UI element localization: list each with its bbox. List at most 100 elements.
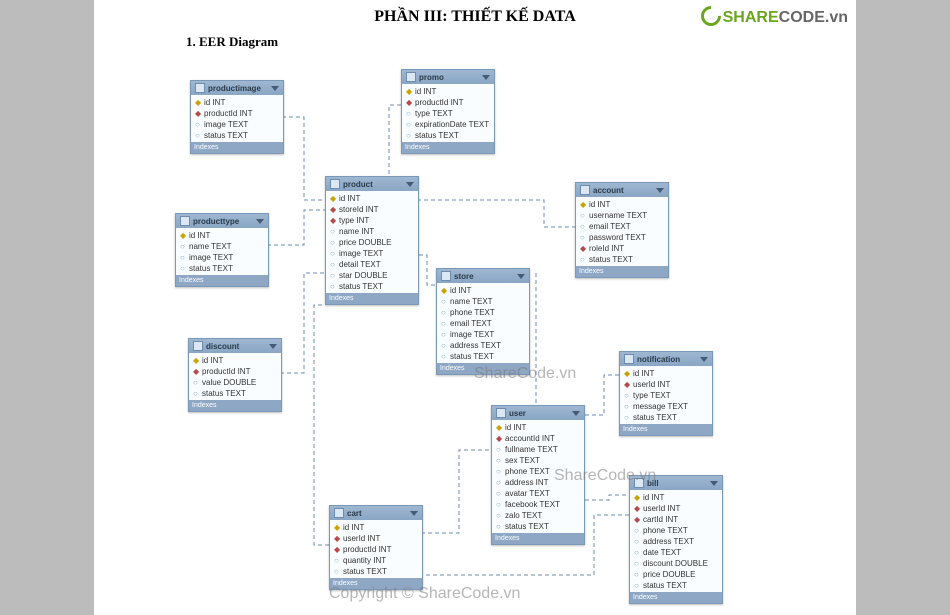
attr-icon: ○ <box>193 389 199 398</box>
column-name: image TEXT <box>450 330 494 339</box>
attr-icon: ○ <box>634 537 640 546</box>
attr-icon: ○ <box>634 548 640 557</box>
table-icon <box>193 341 203 351</box>
column-name: userId INT <box>343 534 380 543</box>
table-column: ○status TEXT <box>178 263 266 274</box>
column-list: ◆id INT◆productId INT○value DOUBLE○statu… <box>189 353 281 400</box>
watermark-text: ShareCode.vn <box>554 467 656 485</box>
attr-icon: ○ <box>193 378 199 387</box>
table-column: ○zalo TEXT <box>494 510 582 521</box>
table-icon <box>195 83 205 93</box>
attr-icon: ○ <box>441 308 447 317</box>
attr-icon: ○ <box>580 222 586 231</box>
column-name: quantity INT <box>343 556 386 565</box>
table-notification: notification ◆id INT◆userId INT○type TEXT… <box>619 351 713 436</box>
table-header: discount <box>189 339 281 353</box>
column-list: ◆id INT◆productId INT○image TEXT○status … <box>191 95 283 142</box>
table-column: ○status TEXT <box>632 580 720 591</box>
table-column: ○message TEXT <box>622 401 710 412</box>
column-name: fullname TEXT <box>505 445 558 454</box>
table-name: notification <box>637 355 680 364</box>
table-header: user <box>492 406 584 420</box>
table-header: productimage <box>191 81 283 95</box>
column-name: avatar TEXT <box>505 489 550 498</box>
table-header: product <box>326 177 418 191</box>
table-name: cart <box>347 509 362 518</box>
table-column: ◆storeId INT <box>328 204 416 215</box>
table-header: producttype <box>176 214 268 228</box>
chevron-down-icon <box>271 86 279 91</box>
table-column: ○sex TEXT <box>494 455 582 466</box>
column-name: status TEXT <box>450 352 494 361</box>
indexes-section: Indexes <box>630 592 722 603</box>
column-name: roleId INT <box>589 244 624 253</box>
chevron-down-icon <box>482 75 490 80</box>
table-product: product◆id INT◆storeId INT◆type INT○name… <box>325 176 419 305</box>
attr-icon: ○ <box>334 567 340 576</box>
key-icon: ◆ <box>195 98 201 107</box>
key-icon: ◆ <box>330 194 336 203</box>
column-name: productId INT <box>415 98 463 107</box>
attr-icon: ○ <box>634 570 640 579</box>
fkey-icon: ◆ <box>330 216 336 225</box>
table-column: ○expirationDate TEXT <box>404 119 492 130</box>
attr-icon: ○ <box>634 526 640 535</box>
table-producttype: producttype◆id INT○name TEXT○image TEXT○… <box>175 213 269 287</box>
attr-icon: ○ <box>441 319 447 328</box>
recycle-icon <box>701 6 721 26</box>
indexes-section: Indexes <box>191 142 283 153</box>
column-name: username TEXT <box>589 211 647 220</box>
chevron-down-icon <box>256 219 264 224</box>
column-name: status TEXT <box>202 389 246 398</box>
fkey-icon: ◆ <box>634 504 640 513</box>
column-name: accountId INT <box>505 434 555 443</box>
column-name: id INT <box>202 356 223 365</box>
column-name: image TEXT <box>189 253 233 262</box>
column-name: facebook TEXT <box>505 500 560 509</box>
column-name: password TEXT <box>589 233 646 242</box>
column-list: ◆id INT◆storeId INT◆type INT○name INT○pr… <box>326 191 418 293</box>
table-discount: discount◆id INT◆productId INT○value DOUB… <box>188 338 282 412</box>
fkey-icon: ◆ <box>334 534 340 543</box>
table-column: ◆cartId INT <box>632 514 720 525</box>
table-column: ◆id INT <box>439 285 527 296</box>
table-column: ◆id INT <box>578 199 666 210</box>
column-name: storeId INT <box>339 205 379 214</box>
column-list: ◆id INT○name TEXT○phone TEXT○email TEXT○… <box>437 283 529 363</box>
column-name: detail TEXT <box>339 260 381 269</box>
table-icon <box>580 185 590 195</box>
table-column: ◆userId INT <box>332 533 420 544</box>
attr-icon: ○ <box>441 352 447 361</box>
table-column: ◆productId INT <box>332 544 420 555</box>
indexes-section: Indexes <box>576 266 668 277</box>
table-column: ◆id INT <box>632 492 720 503</box>
table-column: ◆id INT <box>191 355 279 366</box>
attr-icon: ○ <box>441 297 447 306</box>
table-column: ◆userId INT <box>632 503 720 514</box>
table-name: producttype <box>193 217 239 226</box>
attr-icon: ○ <box>406 120 412 129</box>
section-heading: 1. EER Diagram <box>186 34 278 50</box>
table-column: ○quantity INT <box>332 555 420 566</box>
column-list: ◆id INT◆userId INT○type TEXT○message TEX… <box>620 366 712 424</box>
table-column: ◆id INT <box>193 97 281 108</box>
table-column: ◆productId INT <box>191 366 279 377</box>
attr-icon: ○ <box>496 522 502 531</box>
column-name: id INT <box>505 423 526 432</box>
table-column: ○status TEXT <box>439 351 527 362</box>
table-icon <box>624 354 634 364</box>
table-column: ○discount DOUBLE <box>632 558 720 569</box>
table-bill: bill◆id INT◆userId INT◆cartId INT○phone … <box>629 475 723 604</box>
fkey-icon: ◆ <box>406 98 412 107</box>
chevron-down-icon <box>517 274 525 279</box>
column-name: image TEXT <box>204 120 248 129</box>
attr-icon: ○ <box>580 255 586 264</box>
chevron-down-icon <box>269 344 277 349</box>
attr-icon: ○ <box>330 238 336 247</box>
column-list: ◆id INT◆userId INT◆cartId INT○phone TEXT… <box>630 490 722 592</box>
column-name: type INT <box>339 216 369 225</box>
column-name: name TEXT <box>189 242 232 251</box>
table-header: store <box>437 269 529 283</box>
key-icon: ◆ <box>624 369 630 378</box>
table-name: product <box>343 180 373 189</box>
